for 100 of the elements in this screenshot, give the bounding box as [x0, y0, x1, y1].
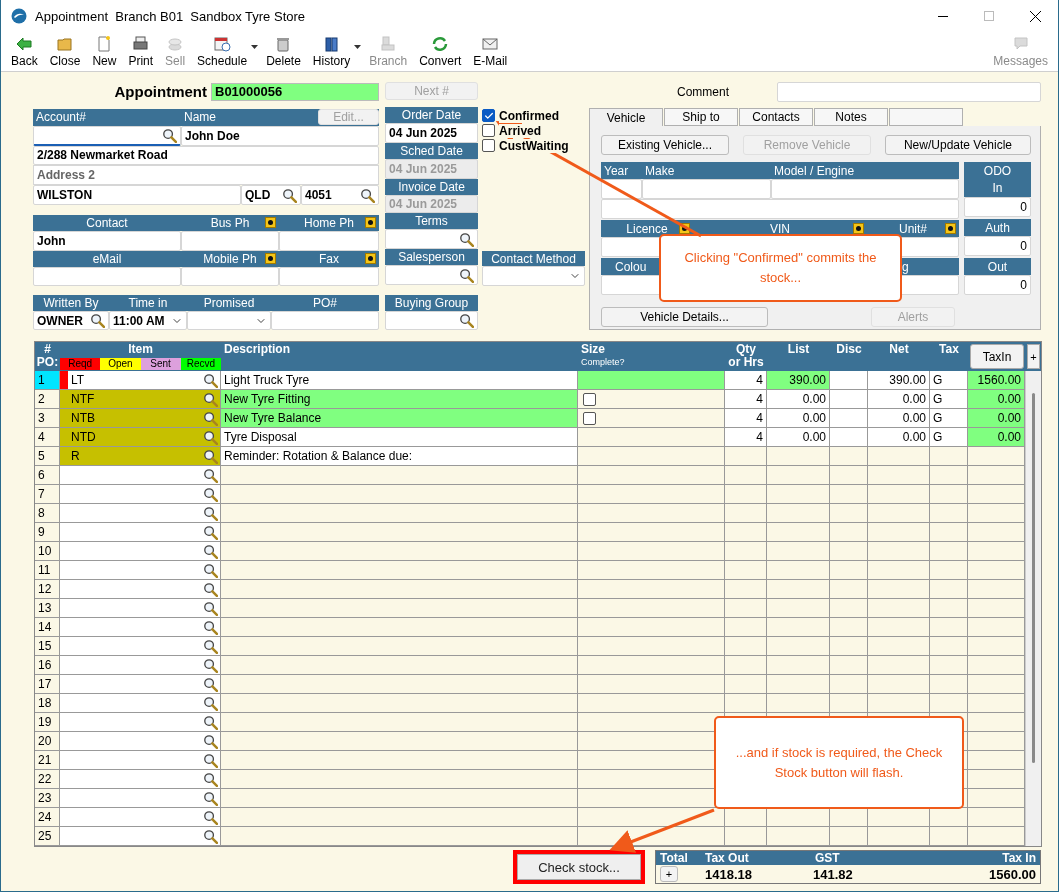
close-icon[interactable] [1029, 10, 1041, 22]
item-field[interactable] [60, 770, 221, 789]
toolbar-button[interactable]: Print [124, 35, 158, 69]
search-icon[interactable] [459, 267, 475, 283]
comment-field[interactable] [777, 82, 1041, 102]
search-icon[interactable] [203, 543, 218, 559]
vehicle-button[interactable]: Vehicle Details... [601, 307, 768, 327]
item-field[interactable] [60, 618, 221, 637]
toolbar-button[interactable]: Delete [262, 35, 305, 69]
odometer-field[interactable]: 0 [964, 236, 1031, 256]
item-field[interactable] [60, 485, 221, 504]
dot-icon[interactable] [945, 223, 956, 234]
item-field[interactable] [60, 656, 221, 675]
search-icon[interactable] [203, 486, 218, 502]
item-field[interactable] [60, 561, 221, 580]
item-field[interactable] [60, 580, 221, 599]
toolbar-button[interactable]: History [308, 35, 355, 69]
search-icon[interactable] [203, 733, 218, 749]
search-icon[interactable] [203, 429, 218, 445]
vehicle-field[interactable] [601, 199, 959, 219]
search-icon[interactable] [203, 638, 218, 654]
search-icon[interactable] [203, 619, 218, 635]
search-icon[interactable] [203, 790, 218, 806]
search-icon[interactable] [203, 695, 218, 711]
search-icon[interactable] [282, 187, 297, 203]
make-field[interactable] [642, 179, 771, 199]
check-stock-button[interactable]: Check stock... [513, 850, 645, 884]
item-field[interactable] [60, 751, 221, 770]
search-icon[interactable] [203, 752, 218, 768]
item-field[interactable] [60, 694, 221, 713]
written-by-field[interactable]: OWNER [33, 311, 109, 331]
phone-field[interactable] [181, 266, 279, 287]
search-icon[interactable] [90, 313, 105, 329]
caret-icon[interactable] [251, 45, 259, 49]
search-icon[interactable] [203, 676, 218, 692]
account-field[interactable] [33, 125, 181, 146]
dot-icon[interactable] [265, 217, 276, 229]
dot-icon[interactable] [365, 217, 376, 229]
search-icon[interactable] [459, 313, 475, 329]
appointment-number-field[interactable]: B01000056 [211, 82, 379, 101]
dot-icon[interactable] [679, 223, 690, 234]
item-field[interactable] [60, 675, 221, 694]
email-field[interactable] [33, 266, 181, 287]
tab[interactable]: Contacts [739, 108, 813, 126]
item-field[interactable] [60, 713, 221, 732]
toolbar-button[interactable]: E-Mail [469, 35, 512, 69]
item-field[interactable] [60, 599, 221, 618]
item-field[interactable]: LT [60, 371, 221, 390]
item-field[interactable]: NTB [60, 409, 221, 428]
toolbar-button[interactable]: Convert [415, 35, 466, 69]
tab[interactable]: Ship to [664, 108, 738, 126]
item-field[interactable] [60, 504, 221, 523]
date-field[interactable]: 04 Jun 2025 [385, 122, 479, 143]
lookup-field[interactable] [385, 311, 479, 331]
po-field[interactable] [271, 311, 379, 331]
state-field[interactable]: QLD [241, 185, 301, 205]
toolbar-button[interactable]: Back [7, 35, 42, 69]
item-field[interactable]: NTF [60, 390, 221, 409]
contact-field[interactable]: John [33, 230, 181, 251]
lookup-field[interactable] [385, 265, 479, 286]
name-field[interactable]: John Doe [181, 125, 379, 146]
tab[interactable]: Vehicle [589, 108, 663, 126]
item-field[interactable] [60, 637, 221, 656]
city-field[interactable]: WILSTON [33, 185, 241, 205]
caret-icon[interactable] [354, 45, 362, 49]
vehicle-button[interactable]: Existing Vehicle... [601, 135, 729, 155]
search-icon[interactable] [203, 600, 218, 616]
dot-icon[interactable] [265, 253, 276, 265]
dot-icon[interactable] [365, 253, 376, 265]
search-icon[interactable] [459, 231, 475, 247]
item-field[interactable] [60, 523, 221, 542]
search-icon[interactable] [203, 372, 218, 388]
item-field[interactable] [60, 732, 221, 751]
vehicle-button[interactable]: New/Update Vehicle [885, 135, 1031, 155]
search-icon[interactable] [203, 391, 218, 407]
search-icon[interactable] [203, 657, 218, 673]
phone-field[interactable] [279, 230, 379, 251]
model-field[interactable] [771, 179, 959, 199]
expand-button[interactable]: + [660, 866, 678, 882]
item-field[interactable] [60, 827, 221, 846]
lookup-field[interactable] [385, 229, 479, 250]
search-icon[interactable] [360, 187, 375, 203]
phone-field[interactable] [181, 230, 279, 251]
search-icon[interactable] [203, 562, 218, 578]
row-number[interactable]: 1 [35, 371, 60, 390]
odometer-field[interactable]: 0 [964, 275, 1031, 295]
address-field[interactable]: 2/288 Newmarket Road [33, 145, 379, 166]
checkbox[interactable] [583, 411, 596, 425]
search-icon[interactable] [203, 448, 218, 464]
item-field[interactable] [60, 542, 221, 561]
checkbox[interactable] [583, 392, 596, 406]
item-field[interactable]: NTD [60, 428, 221, 447]
tax-in-button[interactable]: TaxIn [970, 344, 1024, 369]
add-column-button[interactable]: + [1027, 344, 1040, 369]
odometer-field[interactable]: 0 [964, 197, 1031, 217]
item-field[interactable]: R [60, 447, 221, 466]
checkbox[interactable] [482, 109, 496, 122]
item-field[interactable] [60, 466, 221, 485]
toolbar-button[interactable]: New [88, 35, 121, 69]
search-icon[interactable] [203, 581, 218, 597]
